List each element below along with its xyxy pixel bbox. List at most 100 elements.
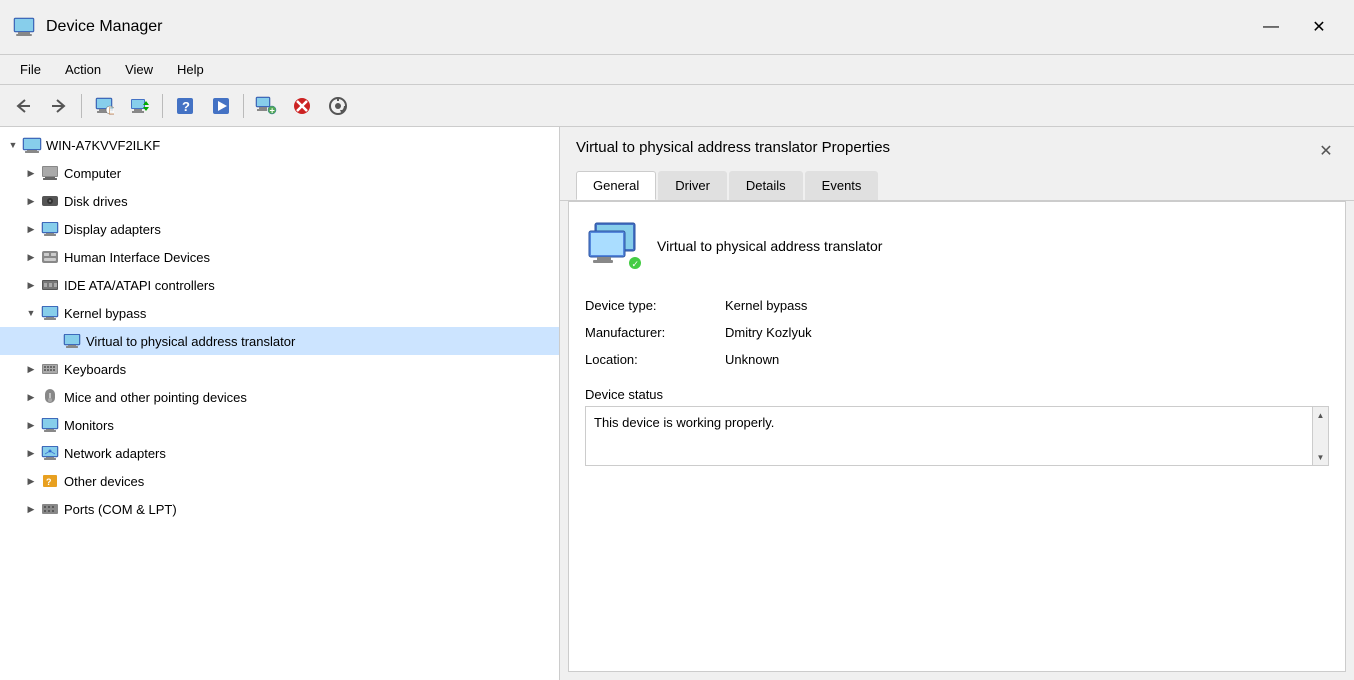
mice-icon [40,387,60,407]
root-icon [22,135,42,155]
svg-text:+: + [270,105,275,115]
toolbar-back[interactable] [6,90,40,122]
display-label: Display adapters [64,222,161,237]
ide-icon [40,275,60,295]
tree-kernel[interactable]: Kernel bypass [0,299,559,327]
kernel-label: Kernel bypass [64,306,146,321]
tree-mice[interactable]: Mice and other pointing devices [0,383,559,411]
toolbar-update-driver[interactable] [123,90,157,122]
svg-text:?: ? [182,99,190,114]
device-big-icon: ✓ [585,218,641,274]
window-controls: — ✕ [1248,11,1342,43]
device-status-section: Device status This device is working pro… [585,387,1329,466]
prop-device-type: Device type: Kernel bypass [585,298,1329,313]
toolbar-run[interactable] [204,90,238,122]
tree-display[interactable]: Display adapters [0,215,559,243]
manufacturer-label: Manufacturer: [585,325,725,340]
toolbar-scan[interactable] [321,90,355,122]
tree-hid[interactable]: Human Interface Devices [0,243,559,271]
monitors-label: Monitors [64,418,114,433]
toolbar-uninstall[interactable] [285,90,319,122]
device-status-box: This device is working properly. ▲ ▼ [585,406,1329,466]
tree-computer[interactable]: Computer [0,159,559,187]
disk-expander[interactable] [22,192,40,210]
menu-file[interactable]: File [8,58,53,81]
disk-label: Disk drives [64,194,128,209]
properties-panel: Virtual to physical address translator P… [560,127,1354,680]
toolbar: 📋 ? + [0,85,1354,127]
other-label: Other devices [64,474,144,489]
tab-events[interactable]: Events [805,171,879,200]
tab-general[interactable]: General [576,171,656,200]
menu-help[interactable]: Help [165,58,216,81]
svg-text:📋: 📋 [108,106,115,115]
status-scrollbar[interactable]: ▲ ▼ [1312,407,1328,465]
display-expander[interactable] [22,220,40,238]
location-label: Location: [585,352,725,367]
kernel-icon [40,303,60,323]
toolbar-separator-1 [81,94,82,118]
menu-view[interactable]: View [113,58,165,81]
device-info-header: ✓ Virtual to physical address translator [585,218,1329,274]
scrollbar-up[interactable]: ▲ [1313,407,1329,423]
properties-close-button[interactable]: ✕ [1314,139,1338,163]
virtual-label: Virtual to physical address translator [86,334,295,349]
disk-icon [40,191,60,211]
tabs-bar: General Driver Details Events [560,171,1354,201]
main-content: WIN-A7KVVF2ILKF Computer [0,127,1354,680]
device-status-label: Device status [585,387,1329,402]
tab-details[interactable]: Details [729,171,803,200]
tab-driver[interactable]: Driver [658,171,727,200]
display-icon [40,219,60,239]
mice-expander[interactable] [22,388,40,406]
scrollbar-down[interactable]: ▼ [1313,449,1329,465]
ports-label: Ports (COM & LPT) [64,502,177,517]
svg-text:✓: ✓ [632,259,640,269]
kernel-expander[interactable] [22,304,40,322]
hid-expander[interactable] [22,248,40,266]
tree-root[interactable]: WIN-A7KVVF2ILKF [0,131,559,159]
tree-ports[interactable]: Ports (COM & LPT) [0,495,559,523]
device-type-label: Device type: [585,298,725,313]
tree-disk-drives[interactable]: Disk drives [0,187,559,215]
close-button[interactable]: ✕ [1296,11,1342,43]
properties-header: Virtual to physical address translator P… [560,127,1354,171]
device-status-text: This device is working properly. [594,415,774,430]
keyboards-expander[interactable] [22,360,40,378]
network-expander[interactable] [22,444,40,462]
keyboards-icon [40,359,60,379]
monitors-expander[interactable] [22,416,40,434]
ports-icon [40,499,60,519]
ide-expander[interactable] [22,276,40,294]
device-tree[interactable]: WIN-A7KVVF2ILKF Computer [0,127,560,680]
tree-other[interactable]: ? Other devices [0,467,559,495]
computer-expander[interactable] [22,164,40,182]
root-expander[interactable] [4,136,22,154]
manufacturer-value: Dmitry Kozlyuk [725,325,1329,340]
ide-label: IDE ATA/ATAPI controllers [64,278,215,293]
tree-ide[interactable]: IDE ATA/ATAPI controllers [0,271,559,299]
toolbar-separator-3 [243,94,244,118]
tree-virtual[interactable]: Virtual to physical address translator [0,327,559,355]
tree-keyboards[interactable]: Keyboards [0,355,559,383]
virtual-icon [62,331,82,351]
computer-label: Computer [64,166,121,181]
toolbar-add-device[interactable]: + [249,90,283,122]
other-icon: ? [40,471,60,491]
network-label: Network adapters [64,446,166,461]
tree-network[interactable]: Network adapters [0,439,559,467]
toolbar-properties[interactable]: 📋 [87,90,121,122]
minimize-button[interactable]: — [1248,11,1294,43]
location-value: Unknown [725,352,1329,367]
mice-label: Mice and other pointing devices [64,390,247,405]
menu-action[interactable]: Action [53,58,113,81]
hid-label: Human Interface Devices [64,250,210,265]
toolbar-forward[interactable] [42,90,76,122]
computer-icon [40,163,60,183]
ports-expander[interactable] [22,500,40,518]
root-label: WIN-A7KVVF2ILKF [46,138,160,153]
other-expander[interactable] [22,472,40,490]
tree-monitors[interactable]: Monitors [0,411,559,439]
toolbar-help[interactable]: ? [168,90,202,122]
menu-bar: File Action View Help [0,55,1354,85]
